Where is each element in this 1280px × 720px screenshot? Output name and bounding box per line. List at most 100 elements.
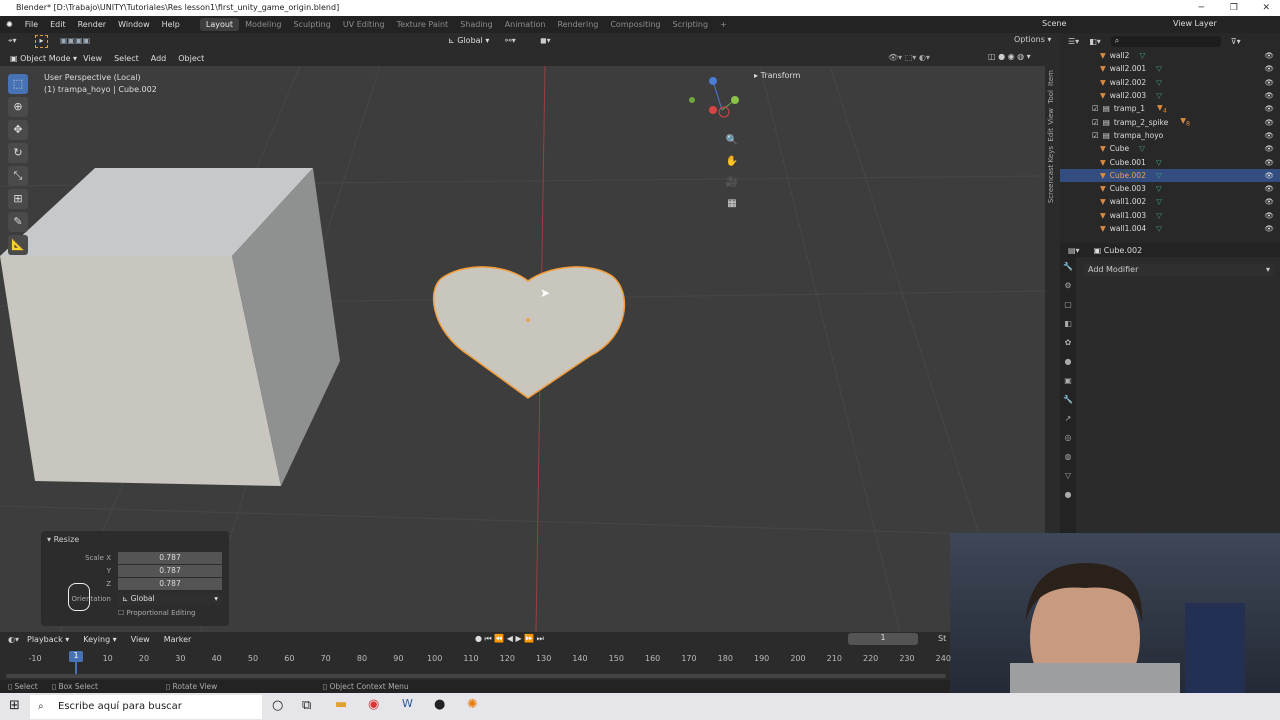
proportional-editing-checkbox[interactable]: ☐ Proportional Editing xyxy=(118,609,195,617)
visibility-eye-icon[interactable]: 👁 xyxy=(1264,158,1274,167)
visibility-gizmo-icons[interactable]: 👁▾ ⬚▾ ◐▾ xyxy=(888,53,930,62)
task-view-icon[interactable]: ⧉ xyxy=(302,698,311,713)
filter-icon[interactable]: ⊽▾ xyxy=(1231,37,1241,46)
orientation-dropdown[interactable]: ⊾ Global ▾ xyxy=(448,36,489,45)
tab-uv-editing[interactable]: UV Editing xyxy=(337,18,391,31)
visibility-eye-icon[interactable]: 👁 xyxy=(1264,144,1274,153)
select-mode-icons[interactable]: ▣▣▣▣ xyxy=(60,36,90,45)
timeline-ruler[interactable]: -10 10 20 30 40 50 60 70 80 90 100 110 120 130 140 150 1… xyxy=(0,632,950,680)
rotate-tool-icon[interactable]: ↻ xyxy=(8,143,28,163)
close-button[interactable]: ✕ xyxy=(1262,0,1270,16)
outliner-item-tramp-1[interactable]: ☑ ▤ tramp_1 ▼4 👁 xyxy=(1060,102,1280,115)
outliner-item-cube-003[interactable]: ▼ Cube.003 ▽ 👁 xyxy=(1060,182,1280,195)
visibility-eye-icon[interactable]: 👁 xyxy=(1264,131,1274,140)
outliner-item-wall1-002[interactable]: ▼ wall1.002 ▽ 👁 xyxy=(1060,195,1280,208)
visibility-eye-icon[interactable]: 👁 xyxy=(1264,118,1274,127)
properties-editor-type-icon[interactable]: ▤▾ xyxy=(1068,246,1080,255)
viewport-menu-add[interactable]: Add xyxy=(145,54,173,63)
tab-shading[interactable]: Shading xyxy=(454,18,499,31)
move-tool-icon[interactable]: ✥ xyxy=(8,120,28,140)
menu-edit[interactable]: Edit xyxy=(44,20,72,29)
tab-view[interactable]: View xyxy=(1047,108,1055,125)
outliner-item-wall2-002[interactable]: ▼ wall2.002 ▽ 👁 xyxy=(1060,76,1280,89)
select-box-tool-icon[interactable]: ⬚ xyxy=(8,74,28,94)
visibility-eye-icon[interactable]: 👁 xyxy=(1264,171,1274,180)
outliner-item-wall1-004[interactable]: ▼ wall1.004 ▽ 👁 xyxy=(1060,222,1280,235)
visibility-eye-icon[interactable]: 👁 xyxy=(1264,64,1274,73)
tab-scripting[interactable]: Scripting xyxy=(667,18,715,31)
resize-panel-title[interactable]: ▾ Resize xyxy=(47,535,79,544)
grid-toggle-icon[interactable]: ▦ xyxy=(724,193,740,214)
taskbar-search-input[interactable]: ⌕ Escribe aquí para buscar xyxy=(30,695,262,719)
outliner-item-cube[interactable]: ▼ Cube ▽ 👁 xyxy=(1060,142,1280,155)
scale-y-field[interactable]: 0.787 xyxy=(118,565,222,577)
chrome-icon[interactable]: ◉ xyxy=(368,697,379,712)
outliner-item-wall2-001[interactable]: ▼ wall2.001 ▽ 👁 xyxy=(1060,62,1280,75)
tab-compositing[interactable]: Compositing xyxy=(604,18,666,31)
visibility-eye-icon[interactable]: 👁 xyxy=(1264,224,1274,233)
transform-tool-icon[interactable]: ⊞ xyxy=(8,189,28,209)
select-tool-icon[interactable]: ▸ xyxy=(35,35,48,48)
menu-file[interactable]: File xyxy=(19,20,44,29)
snap-icon[interactable]: ◼▾ xyxy=(540,36,551,45)
scale-x-field[interactable]: 0.787 xyxy=(118,552,222,564)
timeline-scrollbar[interactable] xyxy=(6,674,946,678)
filter-view-icon[interactable]: ◧▾ xyxy=(1089,37,1101,46)
tab-rendering[interactable]: Rendering xyxy=(551,18,604,31)
tab-sculpting[interactable]: Sculpting xyxy=(287,18,336,31)
pan-hand-icon[interactable]: ✋ xyxy=(724,151,740,172)
measure-tool-icon[interactable]: 📐 xyxy=(8,235,28,255)
tab-edit[interactable]: Edit xyxy=(1047,128,1055,142)
outliner-item-trampa-hoyo[interactable]: ☑ ▤ trampa_hoyo 👁 xyxy=(1060,129,1280,142)
orientation-select[interactable]: ⊾ Global ▾ xyxy=(118,593,222,605)
minimize-button[interactable]: ─ xyxy=(1199,0,1204,16)
visibility-eye-icon[interactable]: 👁 xyxy=(1264,91,1274,100)
view-layer-name[interactable]: View Layer xyxy=(1173,19,1217,28)
menu-help[interactable]: Help xyxy=(156,20,186,29)
add-workspace-button[interactable]: + xyxy=(714,18,733,31)
visibility-eye-icon[interactable]: 👁 xyxy=(1264,197,1274,206)
checkbox-icon[interactable]: ☑ xyxy=(1092,131,1099,140)
outliner-item-wall1-003[interactable]: ▼ wall1.003 ▽ 👁 xyxy=(1060,209,1280,222)
add-modifier-dropdown[interactable]: Add Modifier ▾ xyxy=(1084,264,1274,276)
outliner-item-tramp-2-spike[interactable]: ☑ ▤ tramp_2_spike ▼8 👁 xyxy=(1060,115,1280,128)
shading-mode-icons[interactable]: ◫ ● ◉ ◍ ▾ xyxy=(988,52,1031,61)
checkbox-icon[interactable]: ☑ xyxy=(1092,104,1099,113)
playhead[interactable]: 1 xyxy=(69,651,83,662)
obs-icon[interactable]: ● xyxy=(434,697,445,712)
visibility-eye-icon[interactable]: 👁 xyxy=(1264,211,1274,220)
viewport-menu-select[interactable]: Select xyxy=(108,54,145,63)
tab-animation[interactable]: Animation xyxy=(499,18,552,31)
blender-logo-icon[interactable]: ✺ xyxy=(0,20,19,29)
word-icon[interactable]: W xyxy=(402,697,413,710)
tab-modeling[interactable]: Modeling xyxy=(239,18,287,31)
visibility-eye-icon[interactable]: 👁 xyxy=(1264,104,1274,113)
tab-texture-paint[interactable]: Texture Paint xyxy=(391,18,455,31)
viewport-menu-view[interactable]: View xyxy=(77,54,108,63)
outliner-item-wall2-003[interactable]: ▼ wall2.003 ▽ 👁 xyxy=(1060,89,1280,102)
outliner-display-mode-icon[interactable]: ☰▾ xyxy=(1068,37,1079,46)
tab-layout[interactable]: Layout xyxy=(199,18,240,31)
blender-taskbar-icon[interactable]: ✺ xyxy=(467,697,478,712)
outliner-item-cube-001[interactable]: ▼ Cube.001 ▽ 👁 xyxy=(1060,155,1280,168)
scene-name[interactable]: Scene xyxy=(1042,19,1066,28)
menu-window[interactable]: Window xyxy=(112,20,156,29)
transform-panel-toggle[interactable]: ▸ Transform xyxy=(754,71,800,80)
windows-start-icon[interactable]: ⊞ xyxy=(9,698,20,713)
scale-tool-icon[interactable]: ⤡ xyxy=(8,166,28,186)
outliner-item-cube-002[interactable]: ▼ Cube.002 ▽ 👁 xyxy=(1060,168,1280,182)
tab-screencast-keys[interactable]: Screencast Keys xyxy=(1047,146,1055,203)
editor-type-icon[interactable]: ⌖▾ xyxy=(8,36,17,46)
camera-icon[interactable]: 🎥 xyxy=(724,172,740,193)
checkbox-icon[interactable]: ☑ xyxy=(1092,118,1099,127)
visibility-eye-icon[interactable]: 👁 xyxy=(1264,51,1274,60)
properties-tabs[interactable]: 🔧 ⚙ ▢ ◧ ✿ ● ▣ 🔧 ↗ ◎ ◍ ▽ ● xyxy=(1060,257,1076,533)
pivot-icon[interactable]: ⚯▾ xyxy=(505,36,516,45)
cortana-icon[interactable]: ○ xyxy=(272,698,283,713)
visibility-eye-icon[interactable]: 👁 xyxy=(1264,184,1274,193)
file-explorer-icon[interactable]: ▬ xyxy=(335,697,347,712)
outliner-search-input[interactable]: ⌕ xyxy=(1110,35,1221,47)
scale-z-field[interactable]: 0.787 xyxy=(118,578,222,590)
maximize-button[interactable]: ❐ xyxy=(1230,0,1238,16)
annotate-tool-icon[interactable]: ✎ xyxy=(8,212,28,232)
